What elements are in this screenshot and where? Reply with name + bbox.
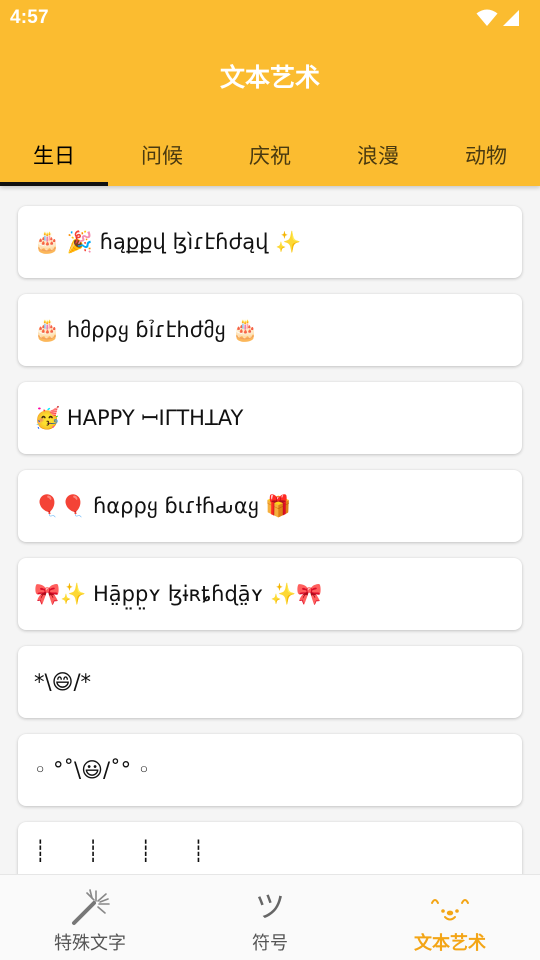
nav-label: 特殊文字 bbox=[54, 933, 126, 954]
tsu-icon: ツ bbox=[255, 889, 285, 927]
text-art: 🎂 🎉 ɦąքքվ ɮìɾէɦժąվ ✨ bbox=[34, 230, 302, 254]
magic-wand-icon bbox=[70, 889, 110, 927]
text-art-list[interactable]: 🎂 🎉 ɦąքքվ ɮìɾէɦժąվ ✨ 🎂 հმρρყ ɓỉɾէհժმყ 🎂 … bbox=[0, 186, 540, 874]
list-item[interactable]: ◦ °˚\😃/˚° ◦ bbox=[18, 734, 522, 806]
tab-label: 动物 bbox=[465, 144, 507, 168]
list-item[interactable]: 🥳 HAPPY ꟷIΓTHꓕAY bbox=[18, 382, 522, 454]
list-item[interactable]: 🎂 հმρρყ ɓỉɾէհժმყ 🎂 bbox=[18, 294, 522, 366]
list-item[interactable]: 🎈🎈 ɦαρρყ ɓιɾƚɦԃαყ 🎁 bbox=[18, 470, 522, 542]
text-art: *\😄/* bbox=[34, 670, 92, 694]
list-item[interactable]: 🎀✨ Hā̤p̤p̤ʏ ɮɨʀȶɦɖā̤ʏ ✨🎀 bbox=[18, 558, 522, 630]
text-art: ┊ ┊ ┊ ┊ bbox=[34, 839, 205, 863]
list-item[interactable]: 🎂 🎉 ɦąքքվ ɮìɾէɦժąվ ✨ bbox=[18, 206, 522, 278]
text-art: 🥳 HAPPY ꟷIΓTHꓕAY bbox=[34, 406, 244, 430]
nav-label: 文本艺术 bbox=[414, 933, 486, 954]
nav-special-text[interactable]: 特殊文字 bbox=[0, 875, 180, 960]
cute-face-icon bbox=[430, 889, 470, 927]
tab-label: 问候 bbox=[141, 144, 183, 168]
status-time: 4:57 bbox=[10, 7, 49, 28]
text-art: 🎂 հმρρყ ɓỉɾէհժმყ 🎂 bbox=[34, 318, 259, 342]
status-bar: 4:57 bbox=[0, 0, 540, 36]
tab-greeting[interactable]: 问候 bbox=[108, 124, 216, 186]
list-item[interactable]: ┊ ┊ ┊ ┊ bbox=[18, 822, 522, 874]
tab-animals[interactable]: 动物 bbox=[432, 124, 540, 186]
category-tabs: 生日 问候 庆祝 浪漫 动物 bbox=[0, 124, 540, 186]
text-art: 🎀✨ Hā̤p̤p̤ʏ ɮɨʀȶɦɖā̤ʏ ✨🎀 bbox=[34, 582, 323, 606]
system-icons bbox=[476, 8, 520, 28]
tab-label: 生日 bbox=[33, 144, 75, 168]
wifi-icon bbox=[476, 9, 498, 26]
list-item[interactable]: *\😄/* bbox=[18, 646, 522, 718]
page-title: 文本艺术 bbox=[219, 63, 320, 92]
tsu-glyph: ツ bbox=[255, 890, 285, 925]
signal-icon bbox=[503, 10, 519, 26]
tab-celebration[interactable]: 庆祝 bbox=[216, 124, 324, 186]
nav-label: 符号 bbox=[252, 933, 288, 954]
bottom-navigation: 特殊文字 ツ 符号 文本艺术 bbox=[0, 874, 540, 960]
tab-label: 庆祝 bbox=[249, 144, 291, 168]
nav-symbols[interactable]: ツ 符号 bbox=[180, 875, 360, 960]
tab-birthday[interactable]: 生日 bbox=[0, 124, 108, 186]
tab-romantic[interactable]: 浪漫 bbox=[324, 124, 432, 186]
nav-text-art[interactable]: 文本艺术 bbox=[360, 875, 540, 960]
text-art: 🎈🎈 ɦαρρყ ɓιɾƚɦԃαყ 🎁 bbox=[34, 494, 292, 518]
app-bar: 4:57 文本艺术 生日 问候 庆祝 浪漫 动物 bbox=[0, 0, 540, 186]
text-art: ◦ °˚\😃/˚° ◦ bbox=[34, 758, 151, 782]
tab-label: 浪漫 bbox=[357, 144, 399, 168]
